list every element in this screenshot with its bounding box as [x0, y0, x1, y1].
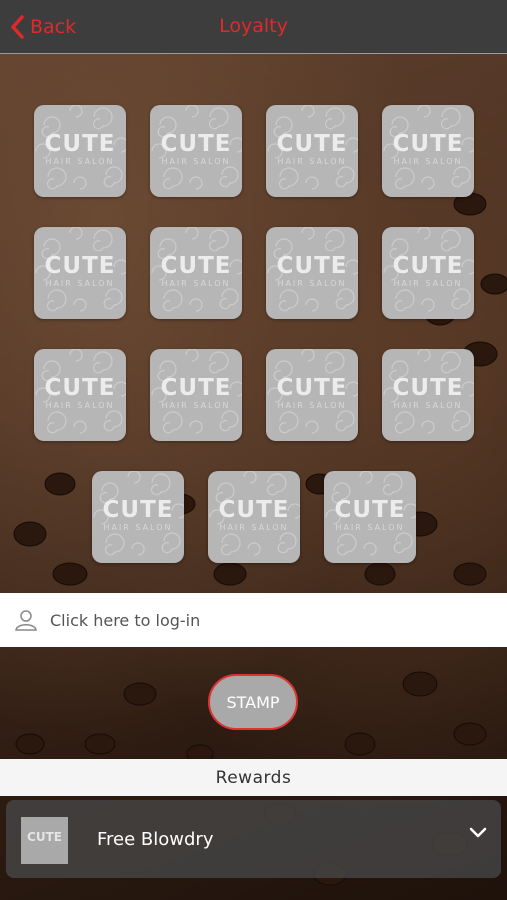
stamp-logo: CUTE: [160, 131, 232, 157]
stamp-logo-sub: HAIR SALON: [277, 157, 347, 166]
stamp-logo: CUTE: [276, 253, 348, 279]
reward-label: Free Blowdry: [97, 829, 214, 850]
stamp-button[interactable]: STAMP: [208, 674, 298, 730]
stamp-slot: CUTE HAIR SALON: [324, 471, 416, 563]
login-row[interactable]: Click here to log-in: [0, 593, 507, 647]
stamp-logo-sub: HAIR SALON: [393, 279, 463, 288]
stamp-slot: CUTE HAIR SALON: [382, 349, 474, 441]
reward-item[interactable]: CUTE Free Blowdry: [6, 800, 501, 878]
stamp-logo-sub: HAIR SALON: [161, 279, 231, 288]
stamp-logo-sub: HAIR SALON: [45, 279, 115, 288]
stamp-slot: CUTE HAIR SALON: [208, 471, 300, 563]
stamp-slot: CUTE HAIR SALON: [150, 227, 242, 319]
stamp-slot: CUTE HAIR SALON: [266, 227, 358, 319]
stamp-logo: CUTE: [334, 497, 406, 523]
stamp-logo: CUTE: [392, 375, 464, 401]
stamp-logo: CUTE: [276, 375, 348, 401]
stamp-slot: CUTE HAIR SALON: [150, 105, 242, 197]
rewards-heading: Rewards: [0, 759, 507, 796]
stamp-slot: CUTE HAIR SALON: [266, 349, 358, 441]
stamp-logo: CUTE: [276, 131, 348, 157]
stamp-logo: CUTE: [160, 375, 232, 401]
stamp-logo-sub: HAIR SALON: [277, 401, 347, 410]
stamp-logo: CUTE: [102, 497, 174, 523]
stamp-logo: CUTE: [160, 253, 232, 279]
stamp-logo-sub: HAIR SALON: [161, 157, 231, 166]
stamp-logo: CUTE: [392, 131, 464, 157]
reward-thumbnail: CUTE: [21, 817, 68, 864]
stamp-logo-sub: HAIR SALON: [393, 401, 463, 410]
stamp-logo-sub: HAIR SALON: [219, 523, 289, 532]
page-title: Loyalty: [219, 15, 288, 37]
user-icon: [15, 610, 37, 631]
stamp-logo-sub: HAIR SALON: [45, 157, 115, 166]
stamp-slot: CUTE HAIR SALON: [34, 105, 126, 197]
stamp-logo: CUTE: [44, 253, 116, 279]
stamp-logo-sub: HAIR SALON: [277, 279, 347, 288]
stamp-logo: CUTE: [218, 497, 290, 523]
stamp-slot: CUTE HAIR SALON: [382, 227, 474, 319]
app-header: Back Loyalty: [0, 0, 507, 54]
stamp-slot: CUTE HAIR SALON: [34, 227, 126, 319]
stamp-logo: CUTE: [44, 375, 116, 401]
stamp-logo-sub: HAIR SALON: [393, 157, 463, 166]
stamp-logo: CUTE: [392, 253, 464, 279]
stamp-logo-sub: HAIR SALON: [335, 523, 405, 532]
login-label: Click here to log-in: [50, 610, 201, 630]
reward-thumb-logo: CUTE: [27, 830, 62, 844]
stamp-slot: CUTE HAIR SALON: [34, 349, 126, 441]
stamp-slot: CUTE HAIR SALON: [266, 105, 358, 197]
stamp-logo-sub: HAIR SALON: [161, 401, 231, 410]
stamp-slot: CUTE HAIR SALON: [382, 105, 474, 197]
stamp-logo-sub: HAIR SALON: [45, 401, 115, 410]
stamp-logo-sub: HAIR SALON: [103, 523, 173, 532]
chevron-down-icon[interactable]: [469, 826, 487, 840]
stamp-logo: CUTE: [44, 131, 116, 157]
stamp-slot: CUTE HAIR SALON: [150, 349, 242, 441]
stamp-slot: CUTE HAIR SALON: [92, 471, 184, 563]
